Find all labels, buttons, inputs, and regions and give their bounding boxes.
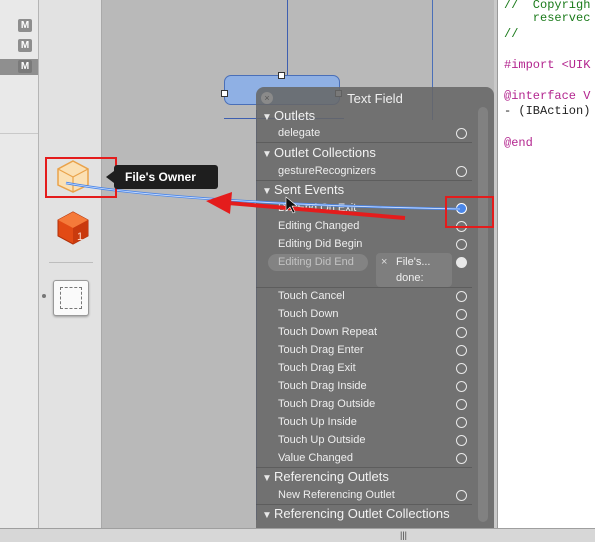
annotation-arrow-head [206,192,232,214]
connection-overlay [65,181,461,220]
resize-grip-icon[interactable]: ||| [400,530,407,540]
annotation-box-connection-ring [445,196,494,228]
tooltip-arrow [106,171,114,183]
tooltip-label: File's Owner [125,170,196,184]
files-owner-tooltip: File's Owner [114,165,218,189]
bottom-bar: ||| [0,528,595,542]
